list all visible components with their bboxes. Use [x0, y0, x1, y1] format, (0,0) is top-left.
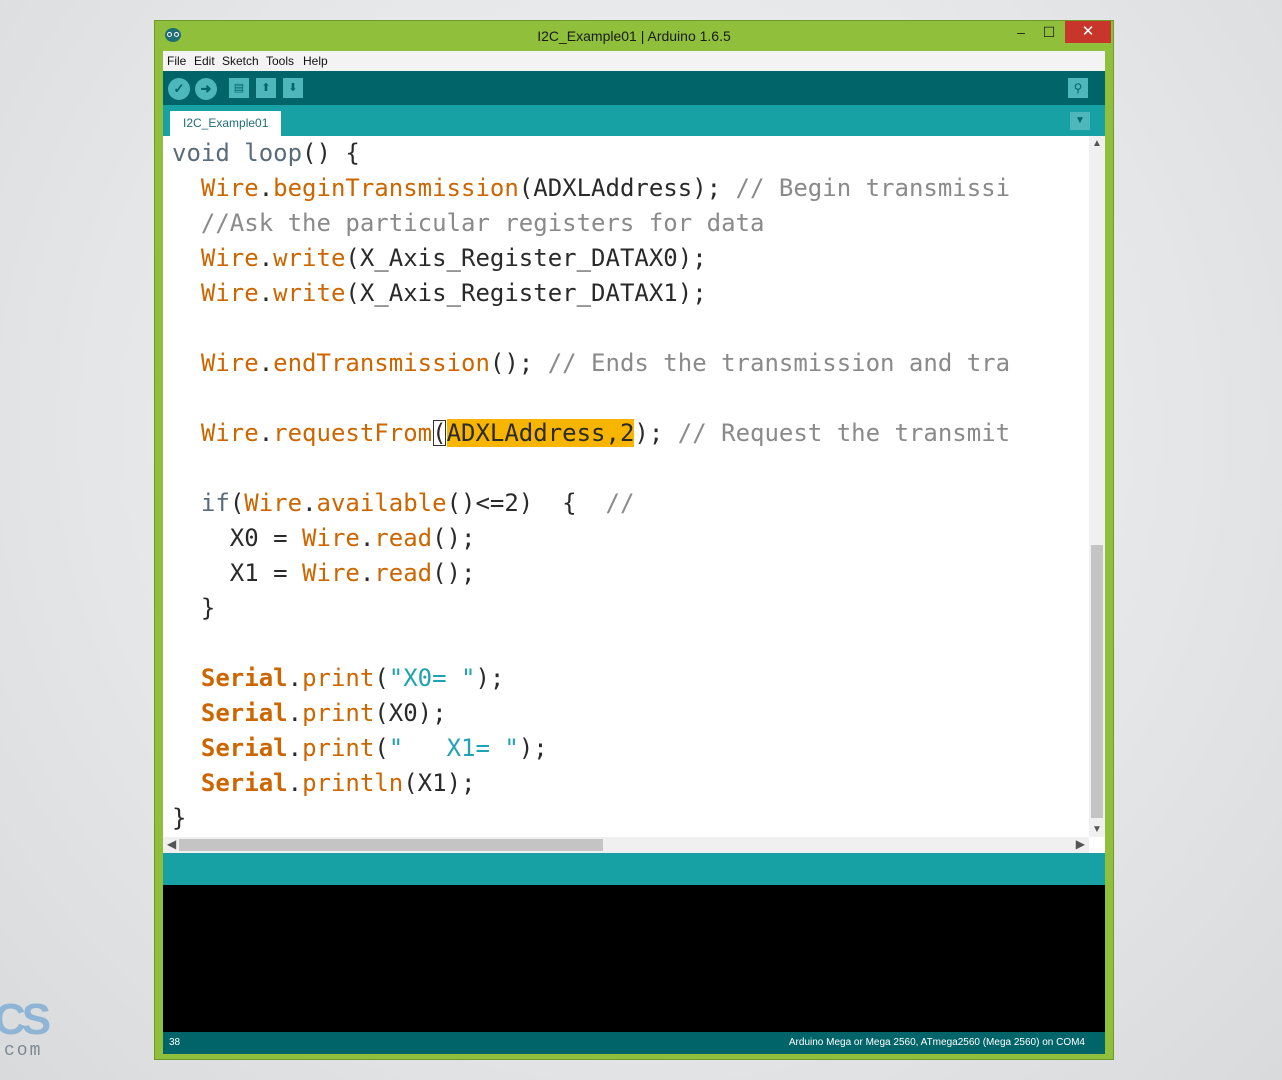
- line-number: 38: [169, 1037, 181, 1048]
- maximize-button[interactable]: ☐: [1035, 21, 1063, 43]
- code-line: Wire.beginTransmission(ADXLAddress); // …: [200, 174, 1011, 202]
- new-file-icon: ▤: [233, 82, 245, 94]
- magnifier-icon: ⚲: [1073, 81, 1083, 95]
- arrow-right-icon: ➜: [200, 81, 212, 96]
- menu-sketch[interactable]: Sketch: [222, 54, 259, 68]
- background-logo: CS com: [0, 995, 51, 1065]
- scroll-down-icon[interactable]: ▼: [1092, 824, 1102, 835]
- code-line: X0 = Wire.read();: [229, 524, 476, 552]
- check-icon: ✓: [173, 81, 185, 96]
- code-line: Wire.write(X_Axis_Register_DATAX1);: [200, 279, 707, 307]
- verify-button[interactable]: ✓: [168, 78, 190, 100]
- code-line: void loop() {: [172, 139, 360, 167]
- code-line: Serial.print(" X1= ");: [200, 734, 548, 762]
- selected-text: ADXLAddress,2: [446, 419, 635, 447]
- console-output[interactable]: [163, 885, 1105, 1032]
- title-bar[interactable]: I2C_Example01 | Arduino 1.6.5 – ☐ ✕: [155, 21, 1113, 49]
- status-bar: [163, 853, 1105, 885]
- tab-bar: I2C_Example01 ▼: [163, 105, 1105, 136]
- horizontal-scroll-thumb[interactable]: [179, 839, 603, 851]
- background-logo-mark: CS: [0, 995, 51, 1044]
- code-line: }: [200, 594, 216, 622]
- code-line: Serial.print("X0= ");: [200, 664, 505, 692]
- scroll-left-icon[interactable]: ◀: [167, 837, 176, 851]
- code-line: Serial.print(X0);: [200, 699, 447, 727]
- tab-menu-button[interactable]: ▼: [1070, 112, 1090, 130]
- vertical-scroll-thumb[interactable]: [1091, 545, 1103, 818]
- board-info: Arduino Mega or Mega 2560, ATmega2560 (M…: [788, 1037, 1085, 1048]
- open-arrow-up-icon: ⬆: [261, 82, 271, 94]
- toolbar: ✓ ➜ ▤ ⬆ ⬇ ⚲: [163, 71, 1105, 105]
- code-line: }: [172, 804, 187, 832]
- menu-help[interactable]: Help: [303, 54, 328, 68]
- matching-bracket: (: [432, 419, 447, 447]
- save-arrow-down-icon: ⬇: [288, 82, 298, 94]
- serial-monitor-button[interactable]: ⚲: [1068, 78, 1088, 98]
- code-line: X1 = Wire.read();: [229, 559, 476, 587]
- tab-sketch[interactable]: I2C_Example01: [170, 111, 282, 136]
- save-sketch-button[interactable]: ⬇: [283, 78, 303, 98]
- close-button[interactable]: ✕: [1065, 21, 1111, 43]
- scroll-right-icon[interactable]: ▶: [1076, 837, 1085, 851]
- code-line: Wire.write(X_Axis_Register_DATAX0);: [200, 244, 707, 272]
- new-sketch-button[interactable]: ▤: [229, 78, 249, 98]
- code-line: Serial.println(X1);: [200, 769, 476, 797]
- code-editor[interactable]: void loop() { Wire.beginTransmission(ADX…: [163, 136, 1105, 853]
- code-line: Wire.endTransmission(); // Ends the tran…: [200, 349, 1011, 377]
- menu-file[interactable]: File: [167, 54, 186, 68]
- footer-bar: 38 Arduino Mega or Mega 2560, ATmega2560…: [163, 1032, 1105, 1054]
- arduino-ide-window: I2C_Example01 | Arduino 1.6.5 – ☐ ✕ File…: [154, 20, 1114, 1060]
- chevron-down-icon: ▼: [1075, 115, 1085, 126]
- code-line: if(Wire.available()<=2) { //: [200, 489, 635, 517]
- scroll-up-icon[interactable]: ▲: [1092, 138, 1102, 149]
- window-title: I2C_Example01 | Arduino 1.6.5: [537, 28, 731, 44]
- code-line: //Ask the particular registers for data: [200, 209, 765, 237]
- menu-tools[interactable]: Tools: [266, 54, 294, 68]
- code-area[interactable]: void loop() { Wire.beginTransmission(ADX…: [172, 136, 1090, 836]
- background-logo-domain: com: [4, 1041, 43, 1061]
- minimize-button[interactable]: –: [1007, 21, 1035, 43]
- horizontal-scrollbar[interactable]: ◀ ▶: [163, 837, 1089, 853]
- code-line: Wire.requestFrom(ADXLAddress,2); // Requ…: [200, 419, 1011, 447]
- menu-bar: File Edit Sketch Tools Help: [163, 51, 1105, 71]
- open-sketch-button[interactable]: ⬆: [256, 78, 276, 98]
- vertical-scrollbar[interactable]: ▲ ▼: [1089, 136, 1105, 837]
- menu-edit[interactable]: Edit: [194, 54, 215, 68]
- upload-button[interactable]: ➜: [195, 78, 217, 100]
